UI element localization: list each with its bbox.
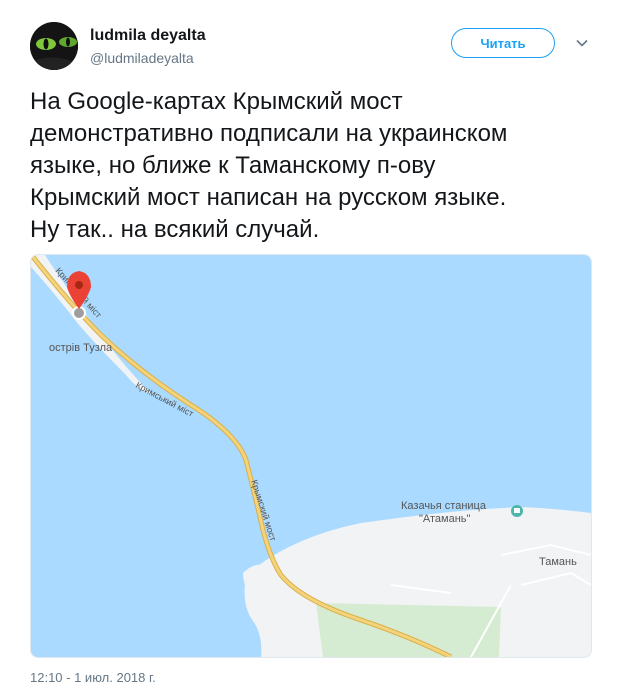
museum-poi-icon[interactable] xyxy=(511,505,523,517)
tweet-header: ludmila deyalta @ludmiladeyalta Читать xyxy=(30,22,600,72)
follow-button[interactable]: Читать xyxy=(451,28,555,58)
tweet-text: На Google-картах Крымский мост демонстра… xyxy=(30,86,600,246)
tweet-line: Ну так.. на всякий случай. xyxy=(30,216,320,243)
user-handle[interactable]: @ludmiladeyalta xyxy=(90,50,194,66)
avatar[interactable] xyxy=(30,22,78,70)
island-label: острів Тузла xyxy=(49,342,113,354)
town-label: Тамань xyxy=(539,556,577,568)
poi-label-line2: "Атамань" xyxy=(419,513,471,525)
tweet-timestamp[interactable]: 12:10 - 1 июл. 2018 г. xyxy=(30,670,156,685)
tweet-line: демонстративно подписали на украинском xyxy=(30,120,508,147)
green-field xyxy=(316,603,501,657)
tweet-line: На Google-картах Крымский мост xyxy=(30,88,403,115)
poi-label-line1: Казачья станица xyxy=(401,500,487,512)
cat-avatar-icon xyxy=(30,22,78,70)
chevron-down-icon[interactable] xyxy=(575,36,589,50)
map-canvas: острів Тузла Кримський міст Кримський мі… xyxy=(31,255,591,657)
tweet-line: языке, но ближе к Таманскому п-ову xyxy=(30,152,436,179)
tweet-line: Крымский мост написан на русском языке. xyxy=(30,184,507,211)
user-name[interactable]: ludmila deyalta xyxy=(90,27,206,45)
map-image[interactable]: острів Тузла Кримський міст Кримський мі… xyxy=(30,254,592,658)
